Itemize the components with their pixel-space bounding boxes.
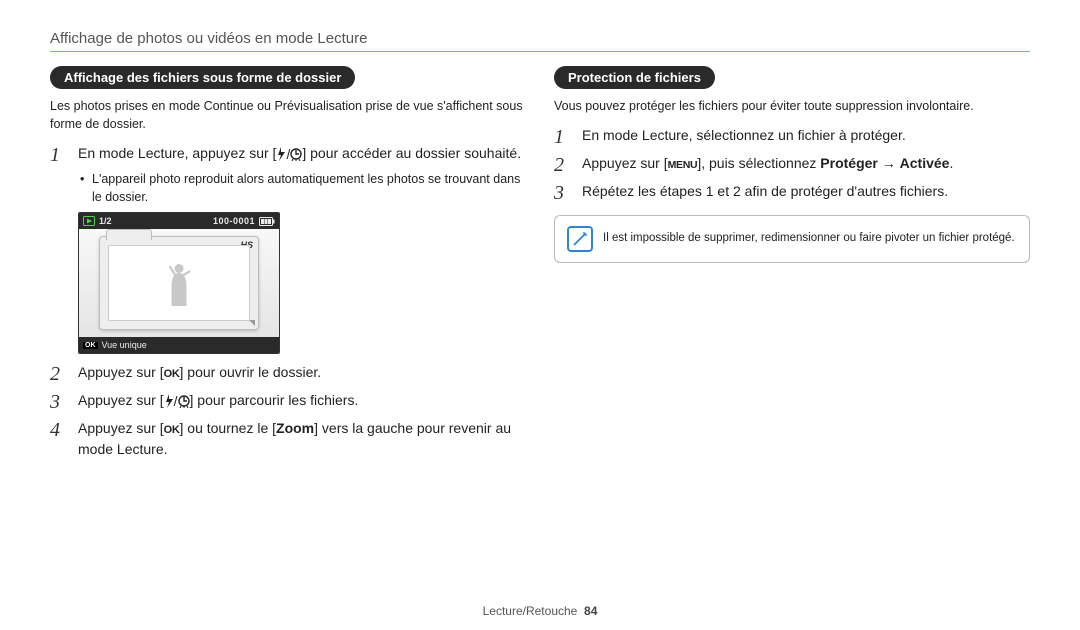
- play-mode-icon: [83, 216, 95, 226]
- note-callout: Il est impossible de supprimer, redimens…: [554, 215, 1030, 263]
- menu-icon: MENU: [668, 158, 698, 173]
- left-step-3: 3 Appuyez sur [/] pour parcourir les fic…: [50, 390, 526, 412]
- manual-page: Affichage de photos ou vidéos en mode Le…: [0, 0, 1080, 630]
- step-text: Appuyez sur [OK] ou tournez le [Zoom] ve…: [78, 418, 526, 459]
- ok-icon: OK: [164, 423, 180, 439]
- note-text: Il est impossible de supprimer, redimens…: [603, 231, 1015, 247]
- left-step-2: 2 Appuyez sur [OK] pour ouvrir le dossie…: [50, 362, 526, 384]
- right-step-2: 2 Appuyez sur [MENU], puis sélectionnez …: [554, 153, 1030, 175]
- flash-timer-icon: /: [164, 394, 190, 408]
- step-text: Appuyez sur [OK] pour ouvrir le dossier.: [78, 362, 321, 383]
- step-number: 2: [554, 153, 572, 175]
- left-step-4: 4 Appuyez sur [OK] ou tournez le [Zoom] …: [50, 418, 526, 459]
- right-step-3: 3 Répétez les étapes 1 et 2 afin de prot…: [554, 181, 1030, 203]
- step-text: Répétez les étapes 1 et 2 afin de protég…: [582, 181, 948, 201]
- right-step-1: 1 En mode Lecture, sélectionnez un fichi…: [554, 125, 1030, 147]
- folder-illustration: HS: [99, 236, 259, 330]
- right-intro: Vous pouvez protéger les fichiers pour é…: [554, 97, 1030, 115]
- right-column: Protection de fichiers Vous pouvez proté…: [554, 66, 1030, 465]
- ok-icon: OK: [164, 367, 180, 383]
- left-step1-bullets: L'appareil photo reproduit alors automat…: [80, 171, 526, 206]
- folder-inner: [108, 245, 250, 321]
- right-steps: 1 En mode Lecture, sélectionnez un fichi…: [554, 125, 1030, 203]
- step-number: 3: [554, 181, 572, 203]
- step-number: 4: [50, 418, 68, 440]
- step-text: En mode Lecture, appuyez sur [/] pour ac…: [78, 143, 521, 163]
- page-title: Affichage de photos ou vidéos en mode Le…: [50, 30, 1030, 47]
- title-separator: [50, 51, 1030, 52]
- flash-timer-icon: /: [276, 147, 302, 161]
- left-step-1: 1 En mode Lecture, appuyez sur [/] pour …: [50, 143, 526, 165]
- left-steps: 1 En mode Lecture, appuyez sur [/] pour …: [50, 143, 526, 459]
- camera-counter: 1/2: [99, 216, 112, 226]
- step-number: 1: [50, 143, 68, 165]
- right-section-pill: Protection de fichiers: [554, 66, 715, 89]
- camera-body: HS: [79, 229, 279, 337]
- page-footer: Lecture/Retouche 84: [0, 604, 1080, 618]
- step-number: 3: [50, 390, 68, 412]
- camera-ok-button-indicator: OK: [83, 342, 98, 349]
- step-text: Appuyez sur [/] pour parcourir les fichi…: [78, 390, 358, 410]
- camera-top-bar: 1/2 100-0001: [79, 213, 279, 229]
- step-number: 1: [554, 125, 572, 147]
- person-silhouette-icon: [164, 261, 194, 306]
- camera-display-illustration: 1/2 100-0001 HS: [78, 212, 280, 354]
- camera-bottom-bar: OK Vue unique: [79, 337, 279, 353]
- step-text: En mode Lecture, sélectionnez un fichier…: [582, 125, 906, 145]
- bullet-item: L'appareil photo reproduit alors automat…: [80, 171, 526, 206]
- footer-page-number: 84: [584, 604, 597, 618]
- footer-section: Lecture/Retouche: [483, 604, 578, 618]
- camera-fileno: 100-0001: [213, 216, 255, 226]
- folder-corner-icon: [249, 320, 255, 326]
- step-number: 2: [50, 362, 68, 384]
- left-section-pill: Affichage des fichiers sous forme de dos…: [50, 66, 355, 89]
- note-icon: [567, 226, 593, 252]
- step-text: Appuyez sur [MENU], puis sélectionnez Pr…: [582, 153, 953, 173]
- left-intro: Les photos prises en mode Continue ou Pr…: [50, 97, 526, 133]
- two-column-layout: Affichage des fichiers sous forme de dos…: [50, 66, 1030, 465]
- camera-bottom-label: Vue unique: [102, 340, 147, 350]
- left-column: Affichage des fichiers sous forme de dos…: [50, 66, 526, 465]
- battery-icon: [259, 217, 275, 226]
